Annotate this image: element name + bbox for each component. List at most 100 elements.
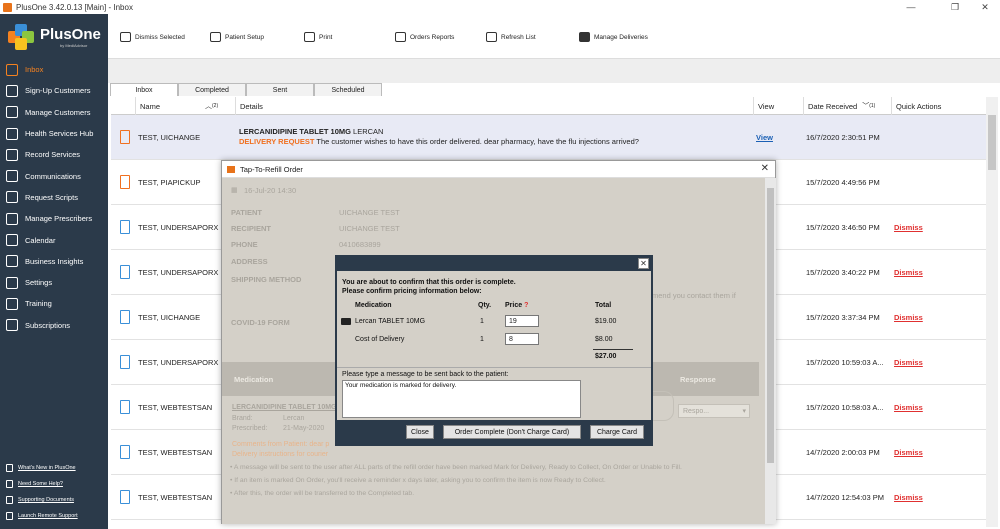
refill-dialog-close-icon[interactable]: ✕ — [761, 163, 769, 174]
price-help-icon[interactable]: ? — [524, 302, 528, 309]
charge-card-button[interactable]: Charge Card — [590, 425, 644, 439]
date-received-column-header[interactable]: Date Received ﹀ (1) — [803, 97, 891, 115]
prescribed-label: Prescribed: — [232, 425, 268, 432]
sidebar-item-request-scripts[interactable]: Request Scripts — [0, 187, 108, 208]
sidebar-item-label: Training — [25, 299, 52, 309]
help-icon — [6, 297, 18, 310]
line-item-qty: 1 — [480, 318, 484, 325]
row-detail-text: DELIVERY REQUEST The customer wishes to … — [239, 137, 639, 146]
brand-label: Brand: — [232, 415, 253, 422]
table-header: Name ︿ (2) Details View Date Received ﹀ (1) … — [111, 97, 986, 115]
bottom-link-label: What's New in PlusOne — [18, 465, 76, 471]
confirm-order-dialog: ✕ You are about to confirm that this ord… — [335, 255, 653, 446]
scrollbar-thumb[interactable] — [988, 115, 996, 170]
row-date-received: 14/7/2020 12:54:03 PM — [806, 493, 884, 502]
orders-reports-button[interactable]: Orders Reports — [395, 30, 454, 44]
patient-comments: Comments from Patient: dear p — [232, 441, 330, 448]
users-icon — [6, 106, 18, 119]
sort-up-icon: ︿ — [205, 103, 213, 110]
document-icon — [120, 490, 130, 504]
tab-inbox[interactable]: Inbox — [110, 83, 178, 96]
document-icon — [120, 265, 130, 279]
sidebar-item-health-services-hub[interactable]: Health Services Hub — [0, 123, 108, 144]
communications-icon — [6, 170, 18, 183]
dismiss-link[interactable]: Dismiss — [894, 403, 923, 412]
sidebar-item-subscriptions[interactable]: Subscriptions — [0, 315, 108, 336]
manage-deliveries-button[interactable]: Manage Deliveries — [579, 30, 648, 44]
line-item-total: $19.00 — [595, 318, 617, 325]
health-icon — [6, 127, 18, 140]
dismiss-link[interactable]: Dismiss — [894, 223, 923, 232]
row-date-received: 15/7/2020 3:40:22 PM — [806, 268, 880, 277]
line-item-qty: 1 — [480, 336, 484, 343]
sidebar-item-label: Settings — [25, 278, 53, 288]
sidebar-item-sign-up-customers[interactable]: Sign-Up Customers — [0, 80, 108, 101]
view-column-header[interactable]: View — [753, 97, 803, 115]
app-icon — [3, 2, 12, 12]
table-row[interactable]: TEST, UICHANGE LERCANIDIPINE TABLET 10MG… — [111, 115, 986, 160]
view-link[interactable]: View — [756, 133, 773, 142]
order-complete-no-charge-button[interactable]: Order Complete (Don't Charge Card) — [443, 425, 581, 439]
sidebar-item-label: Record Services — [25, 150, 81, 160]
dismiss-link[interactable]: Dismiss — [894, 313, 923, 322]
details-column-header[interactable]: Details — [235, 97, 753, 115]
tab-bar: Inbox Completed Sent Scheduled — [108, 83, 1000, 96]
scrollbar-thumb[interactable] — [767, 188, 774, 463]
sidebar-item-settings[interactable]: Settings — [0, 272, 108, 293]
confirm-message: Please confirm pricing information below… — [342, 288, 482, 295]
sidebar-item-business-insights[interactable]: Business Insights — [0, 251, 108, 272]
note-line: • After this, the order will be transfer… — [230, 490, 415, 497]
bottom-link-launch-remote-support[interactable]: Launch Remote Support — [0, 508, 108, 524]
patient-setup-icon — [210, 32, 221, 42]
maximize-button[interactable]: ❐ — [940, 0, 970, 14]
sidebar-item-manage-customers[interactable]: Manage Customers — [0, 102, 108, 123]
tab-sent[interactable]: Sent — [246, 83, 314, 96]
response-select[interactable]: Respo... ▾ — [678, 404, 750, 418]
close-window-button[interactable]: ✕ — [970, 0, 1000, 14]
patient-setup-button[interactable]: Patient Setup — [210, 30, 264, 44]
truck-icon — [341, 318, 351, 325]
row-name: TEST, WEBTESTSAN — [138, 448, 213, 457]
refresh-list-button[interactable]: Refresh List — [486, 30, 536, 44]
dismiss-link[interactable]: Dismiss — [894, 268, 923, 277]
sidebar-item-record-services[interactable]: Record Services — [0, 144, 108, 165]
sidebar-item-calendar[interactable]: Calendar — [0, 229, 108, 250]
app-icon — [227, 165, 235, 173]
confirm-dialog-close-icon[interactable]: ✕ — [638, 258, 649, 269]
whats-new-icon — [6, 464, 13, 472]
price-input[interactable]: 8 — [505, 333, 539, 345]
bottom-link-need-some-help-[interactable]: Need Some Help? — [0, 476, 108, 492]
sidebar-item-training[interactable]: Training — [0, 293, 108, 314]
sidebar-item-label: Manage Customers — [25, 107, 91, 117]
truck-icon — [579, 32, 590, 42]
row-name: TEST, UICHANGE — [138, 133, 201, 142]
price-col-header: Price ? — [505, 302, 529, 309]
tab-scheduled[interactable]: Scheduled — [314, 83, 382, 96]
field-label: SHIPPING METHOD — [231, 275, 302, 284]
recommend-text: mend you contact them if — [652, 291, 736, 300]
refill-dialog-scrollbar[interactable] — [765, 178, 776, 524]
patient-message-textarea[interactable]: Your medication is marked for delivery. — [342, 380, 581, 418]
bottom-link-supporting-documents[interactable]: Supporting Documents — [0, 492, 108, 508]
phone-icon — [120, 130, 130, 144]
bottom-link-what-s-new-in-plusone[interactable]: What's New in PlusOne — [0, 460, 108, 476]
dismiss-link[interactable]: Dismiss — [894, 448, 923, 457]
tab-completed[interactable]: Completed — [178, 83, 246, 96]
name-column-header[interactable]: Name ︿ (2) — [135, 97, 235, 115]
print-button[interactable]: Print — [304, 30, 332, 44]
sidebar-item-inbox[interactable]: Inbox — [0, 59, 108, 80]
sidebar-item-manage-prescribers[interactable]: Manage Prescribers — [0, 208, 108, 229]
sidebar-item-communications[interactable]: Communications — [0, 165, 108, 186]
dismiss-link[interactable]: Dismiss — [894, 493, 923, 502]
minimize-button[interactable]: — — [896, 0, 926, 14]
dismiss-link[interactable]: Dismiss — [894, 358, 923, 367]
chevron-down-icon: ▾ — [742, 408, 746, 415]
price-input[interactable]: 19 — [505, 315, 539, 327]
document-icon — [120, 220, 130, 234]
settings-icon — [6, 276, 18, 289]
close-button[interactable]: Close — [406, 425, 434, 439]
script-icon — [6, 191, 18, 204]
medication-name[interactable]: LERCANIDIPINE TABLET 10MG — [232, 404, 337, 411]
dismiss-selected-button[interactable]: Dismiss Selected — [120, 30, 185, 44]
table-scrollbar[interactable] — [986, 97, 998, 527]
